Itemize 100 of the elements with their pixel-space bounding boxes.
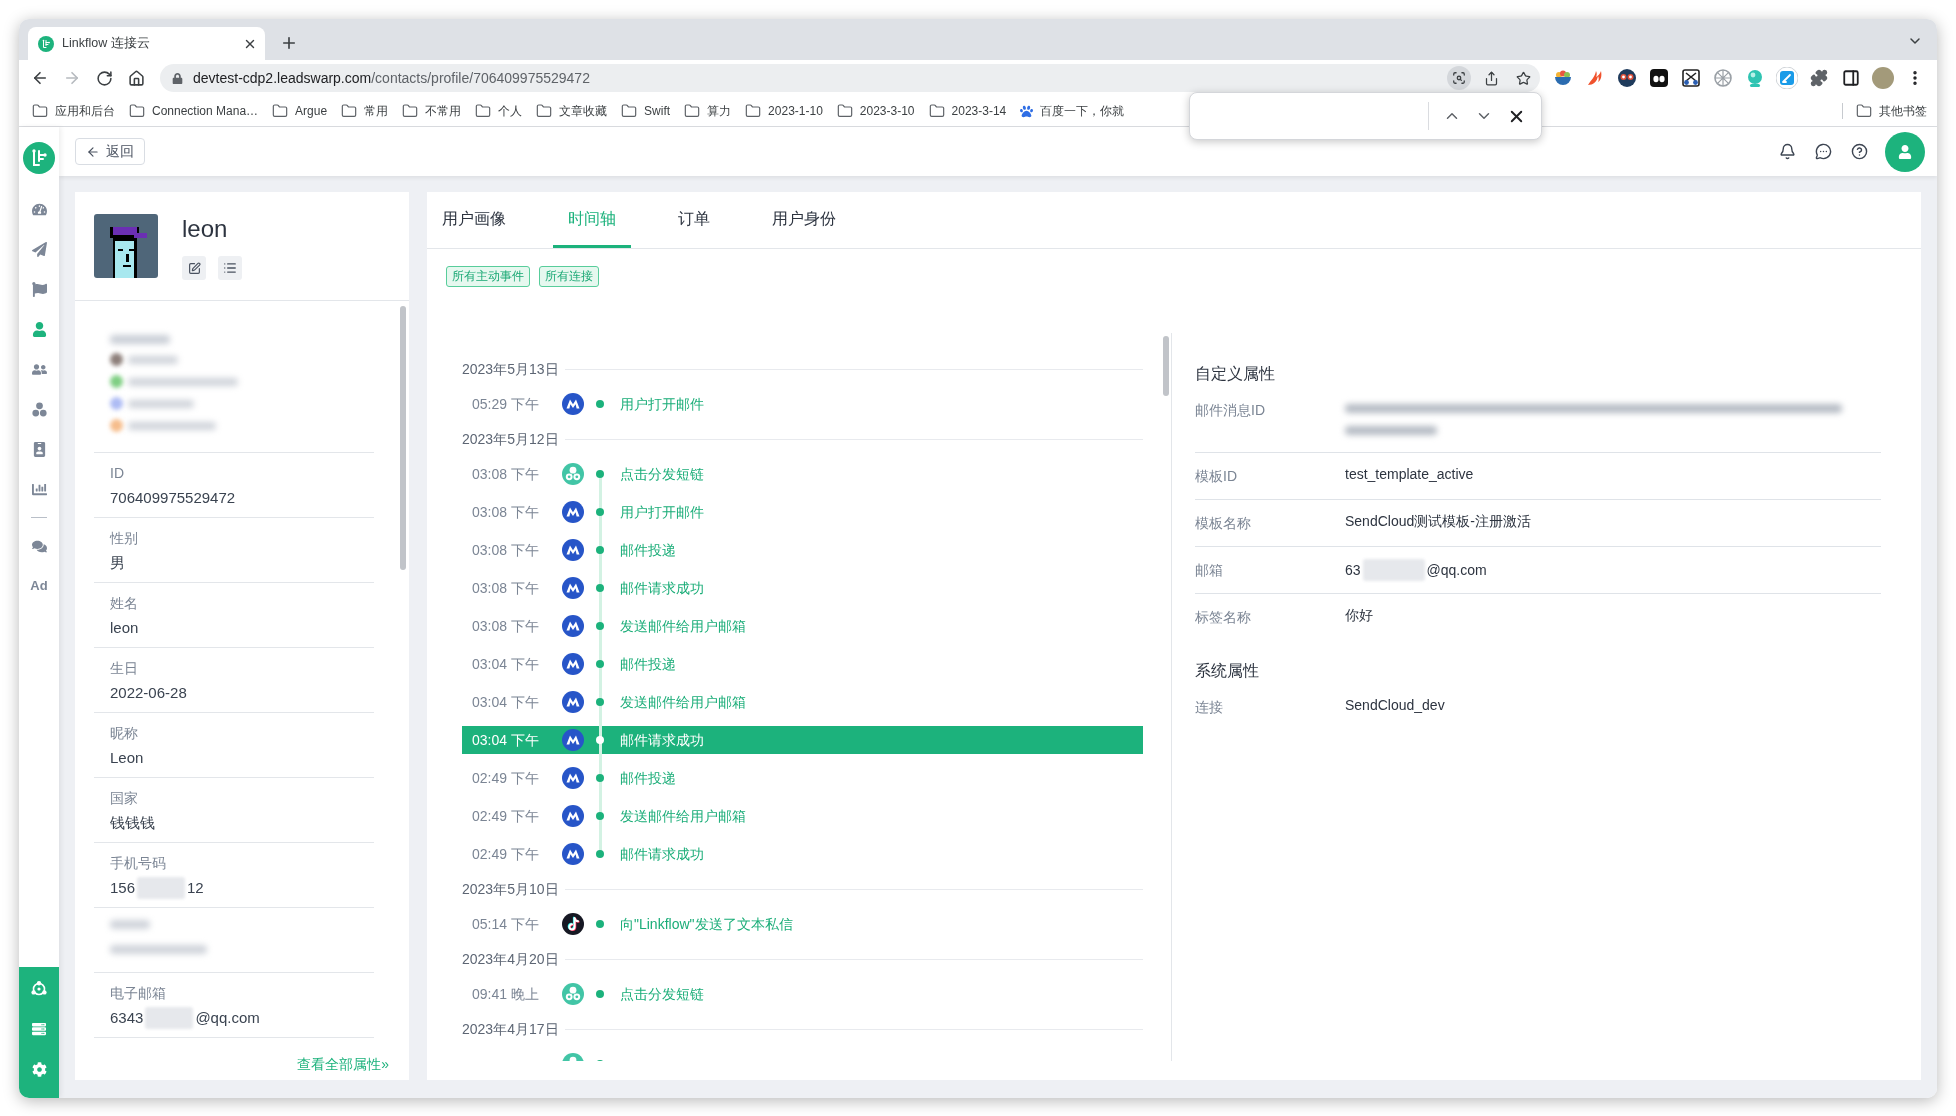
address-bar[interactable]: devtest-cdp2.leadswarp.com/contacts/profile/706409975529472	[160, 64, 1540, 92]
star-icon[interactable]	[1515, 70, 1531, 86]
ring-nodes-icon[interactable]	[31, 981, 47, 997]
field-value: SendCloud测试模板-注册激活	[1345, 512, 1531, 531]
chat-bubbles-icon[interactable]	[31, 538, 47, 554]
favicon-icon[interactable]	[38, 35, 54, 52]
timeline-event-row[interactable]: 03:08 下午 邮件投递	[462, 536, 1143, 564]
wheel-icon[interactable]	[1714, 69, 1732, 87]
timeline-event-row[interactable]: 02:49 下午 邮件投递	[462, 764, 1143, 792]
side-panel-icon[interactable]	[1842, 69, 1860, 87]
nav-text-item[interactable]: Ad	[30, 578, 48, 594]
bookmark-item[interactable]: Argue	[265, 99, 335, 123]
folder-icon	[836, 103, 853, 119]
bookmark-item[interactable]: 其他书签	[1849, 99, 1934, 123]
m-logo-icon	[562, 767, 584, 789]
field-label: 昵称	[110, 724, 138, 743]
server-icon[interactable]	[32, 1022, 46, 1036]
field-value: 706409975529472	[110, 488, 236, 508]
bookmark-item[interactable]: 2023-3-10	[829, 99, 922, 123]
timeline-event-row[interactable]: 03:08 下午 点击分发短链	[462, 460, 1143, 488]
home-icon[interactable]	[127, 69, 145, 87]
timeline-event-row[interactable]: 02:49 下午 发送邮件给用户邮箱	[462, 802, 1143, 830]
bar-chart-icon[interactable]	[31, 481, 47, 497]
timeline-event-row[interactable]: 03:04 下午 邮件投递	[462, 650, 1143, 678]
three-circles-icon[interactable]	[31, 401, 47, 417]
field-value: 2022-06-28	[110, 683, 187, 703]
puzzle-icon[interactable]	[1810, 69, 1828, 87]
timeline-event-row[interactable]: 03:08 下午 用户打开邮件	[462, 498, 1143, 526]
contact-name: leon	[182, 214, 228, 244]
edit-button[interactable]	[182, 256, 206, 280]
id-badge-icon[interactable]	[31, 441, 47, 457]
pen-tile-icon[interactable]	[1776, 67, 1798, 89]
flame-icon[interactable]	[1586, 69, 1604, 87]
tab[interactable]: 用户身份	[757, 192, 851, 248]
bookmark-item[interactable]: 算力	[677, 99, 739, 123]
m-logo-icon	[562, 615, 584, 637]
field-value: SendCloud_dev	[1345, 696, 1445, 715]
back-button[interactable]: 返回	[75, 138, 145, 165]
bookmark-item[interactable]: Swift	[614, 99, 678, 123]
browser-tab[interactable]: Linkflow 连接云	[28, 27, 265, 60]
goggles-face-icon[interactable]	[1618, 69, 1636, 87]
timeline-event-row[interactable]: 03:04 下午 发送邮件给用户邮箱	[462, 688, 1143, 716]
m-logo-icon	[562, 393, 584, 415]
orb-icon[interactable]	[1746, 69, 1764, 87]
field-label: 邮箱	[1195, 562, 1223, 578]
tab[interactable]: 用户画像	[427, 192, 521, 248]
field-label: 手机号码	[110, 854, 166, 873]
scrollbar-thumb[interactable]	[1163, 336, 1169, 396]
timeline-event-row[interactable]: 02:49 下午 邮件请求成功	[462, 840, 1143, 868]
bookmark-item[interactable]: 2023-1-10	[738, 99, 830, 123]
forward-arrow-icon[interactable]	[63, 69, 81, 87]
user-avatar-icon[interactable]	[1885, 131, 1925, 172]
timeline-event-row[interactable]: 03:08 下午 发送邮件给用户邮箱	[462, 612, 1143, 640]
user-icon[interactable]	[31, 321, 47, 337]
chat-bubble-icon[interactable]	[1814, 143, 1832, 160]
blurred-redaction	[1362, 559, 1425, 581]
date-heading: 2023年5月12日	[462, 429, 559, 449]
field-label: 生日	[110, 659, 138, 678]
bowl-icon[interactable]	[1554, 69, 1572, 87]
scrollbar-thumb[interactable]	[400, 306, 406, 570]
music-note-icon	[562, 913, 584, 935]
three-rings-icon	[562, 463, 584, 485]
timeline-event-row[interactable]: 09:41 晚上 点击分发短链	[462, 980, 1143, 1008]
bookmark-item[interactable]: 应用和后台	[25, 99, 122, 123]
two-users-icon[interactable]	[31, 361, 47, 377]
bookmark-item[interactable]: 百度一下，你就	[1013, 99, 1132, 123]
list-button[interactable]	[218, 256, 242, 280]
logo-icon[interactable]	[23, 142, 55, 174]
bookmark-item[interactable]: 常用	[334, 99, 396, 123]
page-search-icon[interactable]	[1447, 66, 1471, 90]
share-icon[interactable]	[1483, 70, 1499, 86]
timeline-event-row[interactable]: 05:14 下午 向"Linkflow"发送了文本私信	[462, 910, 1143, 938]
timeline-event-row[interactable]: 05:29 下午 用户打开邮件	[462, 390, 1143, 418]
folder-icon	[32, 103, 48, 119]
field-label: ID	[110, 464, 124, 483]
tab[interactable]: 订单	[663, 192, 725, 248]
bookmark-item[interactable]: 不常用	[395, 99, 469, 123]
bell-icon[interactable]	[1778, 143, 1796, 160]
ghost-icon[interactable]	[1650, 69, 1668, 87]
bookmark-item[interactable]: Connection Mana…	[122, 99, 266, 123]
url-text: devtest-cdp2.leadswarp.com/contacts/profile/706409975529472	[193, 68, 590, 88]
help-icon[interactable]	[1850, 143, 1868, 160]
settings-icon[interactable]	[31, 1061, 47, 1077]
timeline-event-row[interactable]: 03:08 下午 邮件请求成功	[462, 574, 1143, 602]
m-logo-icon	[562, 691, 584, 713]
bookmark-item[interactable]: 2023-3-14	[921, 99, 1014, 123]
date-heading: 2023年4月17日	[462, 1019, 559, 1039]
paper-plane-icon[interactable]	[31, 241, 47, 257]
m-logo-icon	[562, 843, 584, 865]
paw-icon	[1020, 104, 1034, 118]
new-tab-icon[interactable]	[280, 34, 298, 52]
bookmark-item[interactable]: 个人	[468, 99, 530, 123]
gauge-icon[interactable]	[31, 201, 47, 217]
reload-icon[interactable]	[95, 69, 113, 87]
flag-icon[interactable]	[31, 281, 47, 297]
scissors-icon[interactable]	[1682, 69, 1700, 87]
folder-icon	[621, 103, 638, 119]
bookmark-item[interactable]: 文章收藏	[529, 99, 615, 123]
field-label: 模板名称	[1195, 515, 1251, 531]
date-heading: 2023年4月20日	[462, 949, 559, 969]
